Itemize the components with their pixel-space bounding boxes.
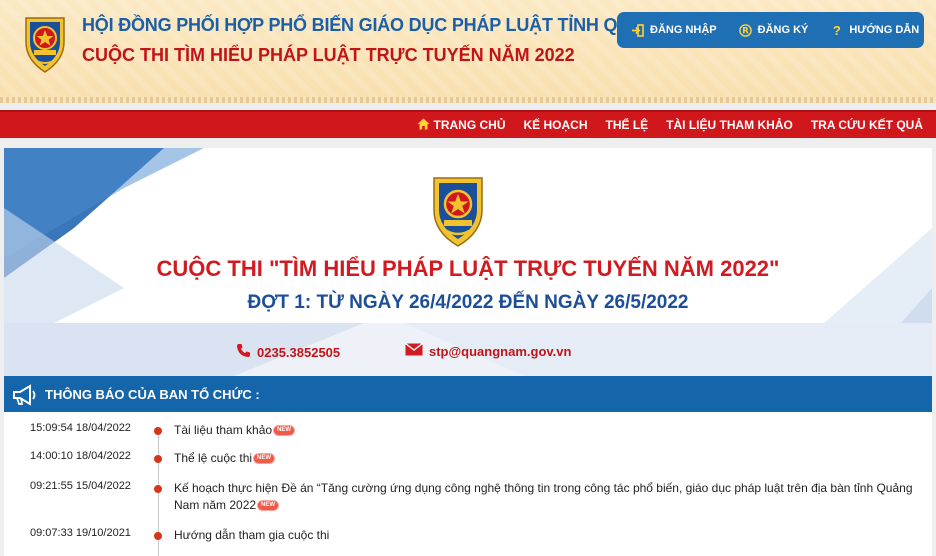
new-badge: NEW (258, 501, 279, 511)
main-nav: TRANG CHỦ KẾ HOẠCH THỂ LỆ TÀI LIỆU THAM … (0, 110, 936, 138)
login-icon (631, 23, 644, 37)
new-badge: NEW (254, 454, 275, 464)
auth-box: ĐĂNG NHẬP R ĐĂNG KÝ ? HƯỚNG DẪN (617, 12, 924, 48)
header-stripe (0, 97, 936, 103)
timeline-dot (154, 455, 162, 463)
nav-label-home: TRANG CHỦ (433, 118, 506, 132)
contest-banner: CUỘC THI "TÌM HIỂU PHÁP LUẬT TRỰC TUYẾN … (4, 148, 932, 376)
notice-time: 09:21:55 15/04/2022 (30, 480, 131, 492)
mail-icon (405, 342, 423, 360)
nav-item-results[interactable]: TRA CỨU KẾT QUẢ (802, 118, 932, 132)
contest-title: CUỘC THI TÌM HIỂU PHÁP LUẬT TRỰC TUYẾN N… (82, 45, 575, 65)
notice-link[interactable]: Tài liệu tham khảo (174, 423, 272, 437)
timeline-dot (154, 532, 162, 540)
phone-number: 0235.3852505 (257, 345, 341, 360)
nav-item-plan[interactable]: KẾ HOẠCH (514, 118, 596, 132)
register-icon: R (738, 23, 752, 37)
nav-item-rules[interactable]: THỂ LỆ (597, 118, 658, 132)
contact-email[interactable]: stp@quangnam.gov.vn (405, 342, 572, 360)
nav-item-references[interactable]: TÀI LIỆU THAM KHẢO (657, 118, 802, 132)
nav-label-results: TRA CỨU KẾT QUẢ (810, 118, 923, 132)
login-link[interactable]: ĐĂNG NHẬP (631, 23, 717, 37)
nav-item-home[interactable]: TRANG CHỦ (408, 118, 514, 133)
login-label: ĐĂNG NHẬP (650, 24, 717, 36)
notice-time: 15:09:54 18/04/2022 (30, 422, 131, 434)
home-icon (417, 118, 430, 133)
site-header: HỘI ĐỒNG PHỐI HỢP PHỔ BIẾN GIÁO DỤC PHÁP… (0, 0, 936, 103)
notice-text-wrap: Kế hoạch thực hiện Đề án “Tăng cường ứng… (174, 480, 914, 514)
megaphone-icon (13, 384, 36, 406)
contact-phone[interactable]: 0235.3852505 (236, 343, 340, 362)
help-label: HƯỚNG DẪN (849, 24, 920, 36)
svg-text:R: R (742, 26, 749, 36)
timeline-dot (154, 485, 162, 493)
notice-text-wrap: Hướng dẫn tham gia cuộc thi (174, 527, 914, 544)
notice-link[interactable]: Thể lệ cuộc thi (174, 451, 252, 465)
nav-label-plan: KẾ HOẠCH (523, 118, 588, 132)
notice-time: 14:00:10 18/04/2022 (30, 450, 131, 462)
help-link[interactable]: ? HƯỚNG DẪN (830, 24, 919, 37)
register-link[interactable]: R ĐĂNG KÝ (738, 23, 809, 37)
phone-icon (236, 343, 251, 362)
register-label: ĐĂNG KÝ (757, 24, 809, 36)
banner-emblem (433, 177, 483, 247)
notice-panel: THÔNG BÁO CỦA BAN TỔ CHỨC : 15:09:54 18/… (4, 376, 932, 556)
notice-time: 09:07:33 19/10/2021 (30, 527, 131, 539)
notice-title: THÔNG BÁO CỦA BAN TỔ CHỨC : (45, 387, 260, 402)
notice-header: THÔNG BÁO CỦA BAN TỔ CHỨC : (4, 376, 932, 412)
nav-label-references: TÀI LIỆU THAM KHẢO (666, 118, 793, 132)
timeline-dot (154, 427, 162, 435)
nav-label-rules: THỂ LỆ (605, 118, 649, 132)
police-emblem-logo[interactable] (20, 10, 70, 76)
banner-subtitle: ĐỢT 1: TỪ NGÀY 26/4/2022 ĐẾN NGÀY 26/5/2… (247, 292, 689, 313)
notice-link[interactable]: Hướng dẫn tham gia cuộc thi (174, 528, 329, 542)
notice-text-wrap: Thể lệ cuộc thi NEW (174, 450, 914, 467)
notice-text-wrap: Tài liệu tham khảo NEW (174, 422, 914, 439)
help-icon: ? (832, 22, 841, 38)
banner-title: CUỘC THI "TÌM HIỂU PHÁP LUẬT TRỰC TUYẾN … (156, 256, 780, 281)
new-badge: NEW (274, 426, 295, 436)
email-address: stp@quangnam.gov.vn (429, 344, 572, 359)
notice-link[interactable]: Kế hoạch thực hiện Đề án “Tăng cường ứng… (174, 481, 913, 512)
